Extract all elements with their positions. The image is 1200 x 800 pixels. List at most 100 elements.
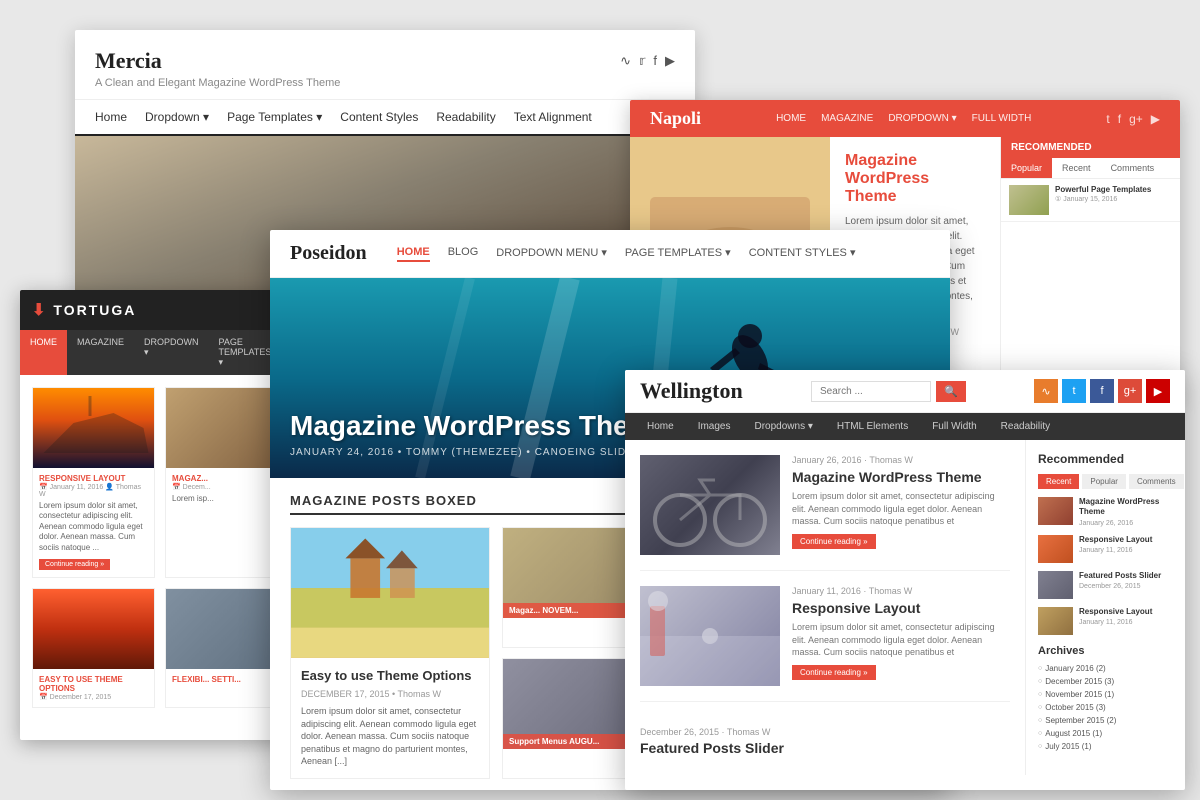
poseidon-nav-dropdown[interactable]: DROPDOWN MENU ▾ — [496, 246, 607, 262]
mercia-nav-readability[interactable]: Readability — [436, 110, 495, 124]
tortuga-post-1: RESPONSIVE LAYOUT 📅 January 11, 2016 👤 T… — [32, 387, 155, 578]
wellington-article-1-meta: January 26, 2016 · Thomas W — [792, 455, 1010, 465]
mercia-nav-text-alignment[interactable]: Text Alignment — [514, 110, 592, 124]
wellington-sidebar-post-4: Responsive Layout January 11, 2016 — [1038, 607, 1173, 635]
poseidon-nav-blog[interactable]: BLOG — [448, 246, 479, 262]
rss-icon[interactable]: ∿ — [620, 53, 631, 69]
napoli-sidebar-post-1-info: Powerful Page Templates ① January 15, 20… — [1055, 185, 1151, 215]
wellington-article-1-info: January 26, 2016 · Thomas W Magazine Wor… — [792, 455, 1010, 555]
wellington-search-input[interactable] — [811, 381, 931, 402]
napoli-nav-dropdown[interactable]: DROPDOWN ▾ — [888, 113, 956, 124]
napoli-nav-home[interactable]: HOME — [776, 113, 806, 124]
napoli-facebook-icon[interactable]: f — [1118, 112, 1121, 126]
wellington-sidebar-tab-popular[interactable]: Popular — [1082, 474, 1126, 489]
wellington-sidebar-post-1-info: Magazine WordPress Theme January 26, 201… — [1079, 497, 1173, 527]
tortuga-post-1-tag: RESPONSIVE LAYOUT — [39, 474, 148, 483]
wellington-sidebar-post-2-thumb — [1038, 535, 1073, 563]
wellington-archive-sep-2015[interactable]: September 2015 (2) — [1038, 714, 1173, 727]
wellington-youtube-icon[interactable]: ▶ — [1146, 379, 1170, 403]
wellington-sidebar-post-4-thumb — [1038, 607, 1073, 635]
poseidon-nav-page-templates[interactable]: PAGE TEMPLATES ▾ — [625, 246, 731, 262]
youtube-icon[interactable]: ▶ — [665, 53, 675, 69]
wellington-sidebar-post-3: Featured Posts Slider December 26, 2015 — [1038, 571, 1173, 599]
poseidon-hero-text: Magazine WordPress The... JANUARY 24, 20… — [270, 390, 672, 478]
mercia-nav-home[interactable]: Home — [95, 110, 127, 124]
poseidon-nav-content-styles[interactable]: CONTENT STYLES ▾ — [749, 246, 856, 262]
wellington-sidebar-post-1-date: January 26, 2016 — [1079, 520, 1173, 527]
wellington-google-icon[interactable]: g+ — [1118, 379, 1142, 403]
wellington-article-1: January 26, 2016 · Thomas W Magazine Wor… — [640, 455, 1010, 571]
napoli-tab-recent[interactable]: Recent — [1052, 158, 1101, 178]
tortuga-post-3: EASY TO USE THEME OPTIONS 📅 December 17,… — [32, 588, 155, 708]
tortuga-post-1-body: RESPONSIVE LAYOUT 📅 January 11, 2016 👤 T… — [33, 468, 154, 577]
wellington-twitter-icon[interactable]: t — [1062, 379, 1086, 403]
tortuga-post-2-image — [166, 388, 287, 468]
wellington-article-1-title: Magazine WordPress Theme — [792, 469, 1010, 485]
wellington-sidebar-tab-comments[interactable]: Comments — [1129, 474, 1184, 489]
poseidon-nav-home[interactable]: HOME — [397, 246, 430, 262]
wellington-social-icons: ∿ t f g+ ▶ — [1034, 379, 1170, 403]
wellington-nav-dropdowns[interactable]: Dropdowns ▾ — [742, 413, 824, 440]
napoli-tab-comments[interactable]: Comments — [1101, 158, 1165, 178]
napoli-logo: Napoli — [650, 108, 701, 129]
napoli-header: Napoli HOME MAGAZINE DROPDOWN ▾ FULL WID… — [630, 100, 1180, 137]
tortuga-nav-magazine[interactable]: MAGAZINE — [67, 330, 134, 375]
wellington-nav-home[interactable]: Home — [635, 413, 686, 440]
napoli-sidebar-post-1-date: ① January 15, 2016 — [1055, 195, 1151, 203]
mercia-nav-content-styles[interactable]: Content Styles — [340, 110, 418, 124]
tortuga-post-2-meta: 📅 Decem... — [172, 483, 281, 491]
wellington-article-1-continue[interactable]: Continue reading » — [792, 534, 876, 549]
wellington-nav: Home Images Dropdowns ▾ HTML Elements Fu… — [625, 413, 1185, 440]
napoli-twitter-icon[interactable]: t — [1106, 112, 1109, 126]
tortuga-window: ⬇ TORTUGA HOME MAGAZINE DROPDOWN ▾ PAGE … — [20, 290, 300, 740]
wellington-archive-aug-2015[interactable]: August 2015 (1) — [1038, 727, 1173, 740]
twitter-icon[interactable]: 𝕣 — [639, 53, 645, 69]
wellington-nav-html-elements[interactable]: HTML Elements — [825, 413, 920, 440]
tortuga-post-1-meta: 📅 January 11, 2016 👤 Thomas W — [39, 483, 148, 498]
wellington-article-2-meta: January 11, 2016 · Thomas W — [792, 586, 1010, 596]
tortuga-post-2-excerpt: Lorem isp... — [172, 494, 281, 504]
wellington-main: January 26, 2016 · Thomas W Magazine Wor… — [625, 440, 1025, 775]
napoli-recommended-label: RECOMMENDED — [1001, 137, 1180, 158]
wellington-search-button[interactable]: 🔍 — [936, 381, 966, 402]
wellington-archive-oct-2015[interactable]: October 2015 (3) — [1038, 701, 1173, 714]
napoli-nav-full-width[interactable]: FULL WIDTH — [972, 113, 1032, 124]
mercia-title: Mercia — [95, 48, 340, 74]
tortuga-logo-icon: ⬇ — [32, 300, 45, 320]
wellington-sidebar-tab-recent[interactable]: Recent — [1038, 474, 1079, 489]
wellington-facebook-icon[interactable]: f — [1090, 379, 1114, 403]
wellington-sidebar-recommended-title: Recommended — [1038, 452, 1173, 466]
napoli-nav-magazine[interactable]: MAGAZINE — [821, 113, 873, 124]
napoli-sidebar: RECOMMENDED Popular Recent Comments Powe… — [1000, 137, 1180, 399]
mercia-nav-page-templates[interactable]: Page Templates ▾ — [227, 110, 322, 124]
tortuga-post-3-body: EASY TO USE THEME OPTIONS 📅 December 17,… — [33, 669, 154, 707]
wellington-rss-icon[interactable]: ∿ — [1034, 379, 1058, 403]
facebook-icon[interactable]: f — [653, 53, 657, 69]
tortuga-nav-home[interactable]: HOME — [20, 330, 67, 375]
wellington-content: January 26, 2016 · Thomas W Magazine Wor… — [625, 440, 1185, 775]
mercia-nav-dropdown[interactable]: Dropdown ▾ — [145, 110, 209, 124]
wellington-nav-full-width[interactable]: Full Width — [920, 413, 988, 440]
wellington-archive-jul-2015[interactable]: July 2015 (1) — [1038, 740, 1173, 753]
wellington-archive-dec-2015[interactable]: December 2015 (3) — [1038, 675, 1173, 688]
tortuga-post-1-read-more[interactable]: Continue reading » — [39, 559, 110, 570]
napoli-youtube-icon[interactable]: ▶ — [1151, 112, 1160, 126]
mercia-nav: Home Dropdown ▾ Page Templates ▾ Content… — [75, 100, 695, 136]
napoli-sidebar-tabs: Popular Recent Comments — [1001, 158, 1180, 179]
tortuga-nav-dropdown[interactable]: DROPDOWN ▾ — [134, 330, 209, 375]
mercia-subtitle: A Clean and Elegant Magazine WordPress T… — [95, 77, 340, 89]
napoli-sidebar-post-1-thumb — [1009, 185, 1049, 215]
napoli-google-icon[interactable]: g+ — [1129, 112, 1143, 126]
wellington-archive-jan-2016[interactable]: January 2016 (2) — [1038, 662, 1173, 675]
wellington-archives: Archives January 2016 (2) December 2015 … — [1038, 645, 1173, 753]
wellington-nav-readability[interactable]: Readability — [989, 413, 1062, 440]
tortuga-post-4-body: FLEXIBI... SETTI... — [166, 669, 287, 690]
tortuga-title: TORTUGA — [53, 302, 136, 318]
wellington-nav-images[interactable]: Images — [686, 413, 743, 440]
wellington-article-2-title: Responsive Layout — [792, 600, 1010, 616]
napoli-tab-popular[interactable]: Popular — [1001, 158, 1052, 178]
wellington-article-2-continue[interactable]: Continue reading » — [792, 665, 876, 680]
wellington-archive-nov-2015[interactable]: November 2015 (1) — [1038, 688, 1173, 701]
wellington-sidebar-post-3-thumb — [1038, 571, 1073, 599]
napoli-post-title: Magazine WordPress Theme — [845, 152, 985, 206]
